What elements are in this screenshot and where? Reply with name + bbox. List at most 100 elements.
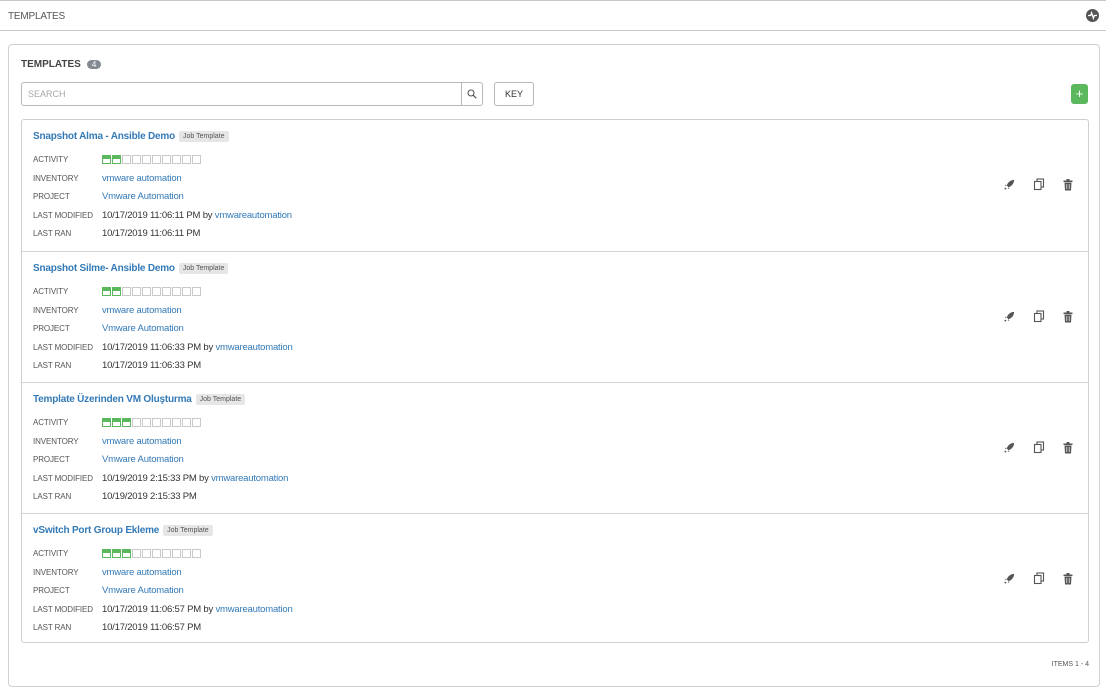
rocket-launch-icon[interactable] <box>1003 310 1016 323</box>
job-empty-marker <box>162 548 171 558</box>
inventory-link[interactable]: vmware automation <box>102 305 182 316</box>
activity-stream-icon[interactable] <box>1086 9 1099 22</box>
last-modified-value: 10/19/2019 2:15:33 PM by vmwareautomatio… <box>102 473 288 484</box>
project-link[interactable]: Vmware Automation <box>102 454 184 465</box>
template-name-link[interactable]: vSwitch Port Group Ekleme <box>33 525 159 536</box>
template-name-link[interactable]: Template Üzerinden VM Oluşturma <box>33 394 192 405</box>
job-empty-marker <box>152 417 161 427</box>
field-activity: ACTIVITY <box>33 153 201 165</box>
rocket-launch-icon[interactable] <box>1003 178 1016 191</box>
modified-by-link[interactable]: vmwareautomation <box>216 604 293 615</box>
row-actions <box>1003 441 1074 454</box>
breadcrumb[interactable]: TEMPLATES <box>8 11 65 22</box>
project-link[interactable]: Vmware Automation <box>102 585 184 596</box>
field-label: PROJECT <box>33 454 70 464</box>
field-label: LAST RAN <box>33 491 72 501</box>
field-inventory: INVENTORY vmware automation <box>33 304 182 316</box>
job-success-marker[interactable] <box>102 417 111 427</box>
copy-icon[interactable] <box>1032 441 1045 454</box>
project-link[interactable]: Vmware Automation <box>102 323 184 334</box>
field-inventory: INVENTORY vmware automation <box>33 172 182 184</box>
modified-by-link[interactable]: vmwareautomation <box>211 473 288 484</box>
top-header: TEMPLATES <box>0 0 1106 31</box>
template-row-header: Snapshot Alma - Ansible Demo Job Template <box>33 131 229 142</box>
job-empty-marker <box>152 154 161 164</box>
field-label: LAST MODIFIED <box>33 473 93 483</box>
template-row: vSwitch Port Group Ekleme Job Template ACT… <box>22 513 1088 644</box>
field-project: PROJECT Vmware Automation <box>33 190 184 202</box>
trash-icon[interactable] <box>1061 310 1074 323</box>
job-empty-marker <box>172 417 181 427</box>
activity-sparkline <box>102 417 201 427</box>
job-success-marker[interactable] <box>112 154 121 164</box>
job-success-marker[interactable] <box>102 286 111 296</box>
template-row: Snapshot Alma - Ansible Demo Job Template… <box>22 120 1088 251</box>
inventory-link[interactable]: vmware automation <box>102 436 182 447</box>
field-label: ACTIVITY <box>33 286 69 296</box>
job-success-marker[interactable] <box>102 154 111 164</box>
template-row: Snapshot Silme- Ansible Demo Job Template… <box>22 251 1088 382</box>
job-success-marker[interactable] <box>112 286 121 296</box>
trash-icon[interactable] <box>1061 178 1074 191</box>
add-template-button[interactable]: + <box>1071 84 1088 104</box>
rocket-launch-icon[interactable] <box>1003 572 1016 585</box>
job-empty-marker <box>182 417 191 427</box>
job-success-marker[interactable] <box>112 417 121 427</box>
field-modified: LAST MODIFIED 10/17/2019 11:06:11 PM by v… <box>33 209 292 221</box>
job-empty-marker <box>132 286 141 296</box>
job-empty-marker <box>142 548 151 558</box>
job-empty-marker <box>122 286 131 296</box>
job-empty-marker <box>192 154 201 164</box>
row-actions <box>1003 310 1074 323</box>
field-project: PROJECT Vmware Automation <box>33 584 184 596</box>
key-button[interactable]: KEY <box>494 82 534 106</box>
template-name-link[interactable]: Snapshot Alma - Ansible Demo <box>33 131 175 142</box>
modified-by-link[interactable]: vmwareautomation <box>216 342 293 353</box>
template-name-link[interactable]: Snapshot Silme- Ansible Demo <box>33 263 175 274</box>
activity-sparkline <box>102 286 201 296</box>
field-activity: ACTIVITY <box>33 285 201 297</box>
template-row-header: vSwitch Port Group Ekleme Job Template <box>33 525 213 536</box>
copy-icon[interactable] <box>1032 310 1045 323</box>
rocket-launch-icon[interactable] <box>1003 441 1016 454</box>
modified-by-link[interactable]: vmwareautomation <box>215 210 292 221</box>
field-ran: LAST RAN 10/17/2019 11:06:33 PM <box>33 359 201 371</box>
last-ran-value: 10/17/2019 11:06:11 PM <box>102 227 201 239</box>
last-ran-value: 10/17/2019 11:06:33 PM <box>102 359 201 371</box>
trash-icon[interactable] <box>1061 572 1074 585</box>
inventory-link[interactable]: vmware automation <box>102 567 182 578</box>
field-label: INVENTORY <box>33 436 79 446</box>
job-empty-marker <box>182 286 191 296</box>
project-link[interactable]: Vmware Automation <box>102 191 184 202</box>
job-success-marker[interactable] <box>122 548 131 558</box>
inventory-link[interactable]: vmware automation <box>102 173 182 184</box>
job-success-marker[interactable] <box>112 548 121 558</box>
copy-icon[interactable] <box>1032 178 1045 191</box>
job-empty-marker <box>142 417 151 427</box>
field-modified: LAST MODIFIED 10/17/2019 11:06:57 PM by v… <box>33 603 293 615</box>
field-ran: LAST RAN 10/17/2019 11:06:11 PM <box>33 227 200 239</box>
search-icon[interactable] <box>461 83 482 105</box>
search-input[interactable] <box>22 83 461 105</box>
field-label: LAST MODIFIED <box>33 342 93 352</box>
field-label: LAST MODIFIED <box>33 210 93 220</box>
copy-icon[interactable] <box>1032 572 1045 585</box>
job-empty-marker <box>182 154 191 164</box>
field-activity: ACTIVITY <box>33 416 201 428</box>
job-empty-marker <box>192 548 201 558</box>
job-success-marker[interactable] <box>102 548 111 558</box>
last-modified-value: 10/17/2019 11:06:33 PM by vmwareautomati… <box>102 342 293 353</box>
job-success-marker[interactable] <box>122 417 131 427</box>
field-project: PROJECT Vmware Automation <box>33 322 184 334</box>
field-label: PROJECT <box>33 191 70 201</box>
trash-icon[interactable] <box>1061 441 1074 454</box>
field-label: LAST MODIFIED <box>33 604 93 614</box>
job-empty-marker <box>162 417 171 427</box>
template-type-tag: Job Template <box>178 263 229 274</box>
job-empty-marker <box>172 286 181 296</box>
field-label: INVENTORY <box>33 567 79 577</box>
job-empty-marker <box>162 154 171 164</box>
last-modified-value: 10/17/2019 11:06:11 PM by vmwareautomati… <box>102 210 292 221</box>
template-row-header: Snapshot Silme- Ansible Demo Job Template <box>33 263 229 274</box>
field-ran: LAST RAN 10/19/2019 2:15:33 PM <box>33 490 197 502</box>
